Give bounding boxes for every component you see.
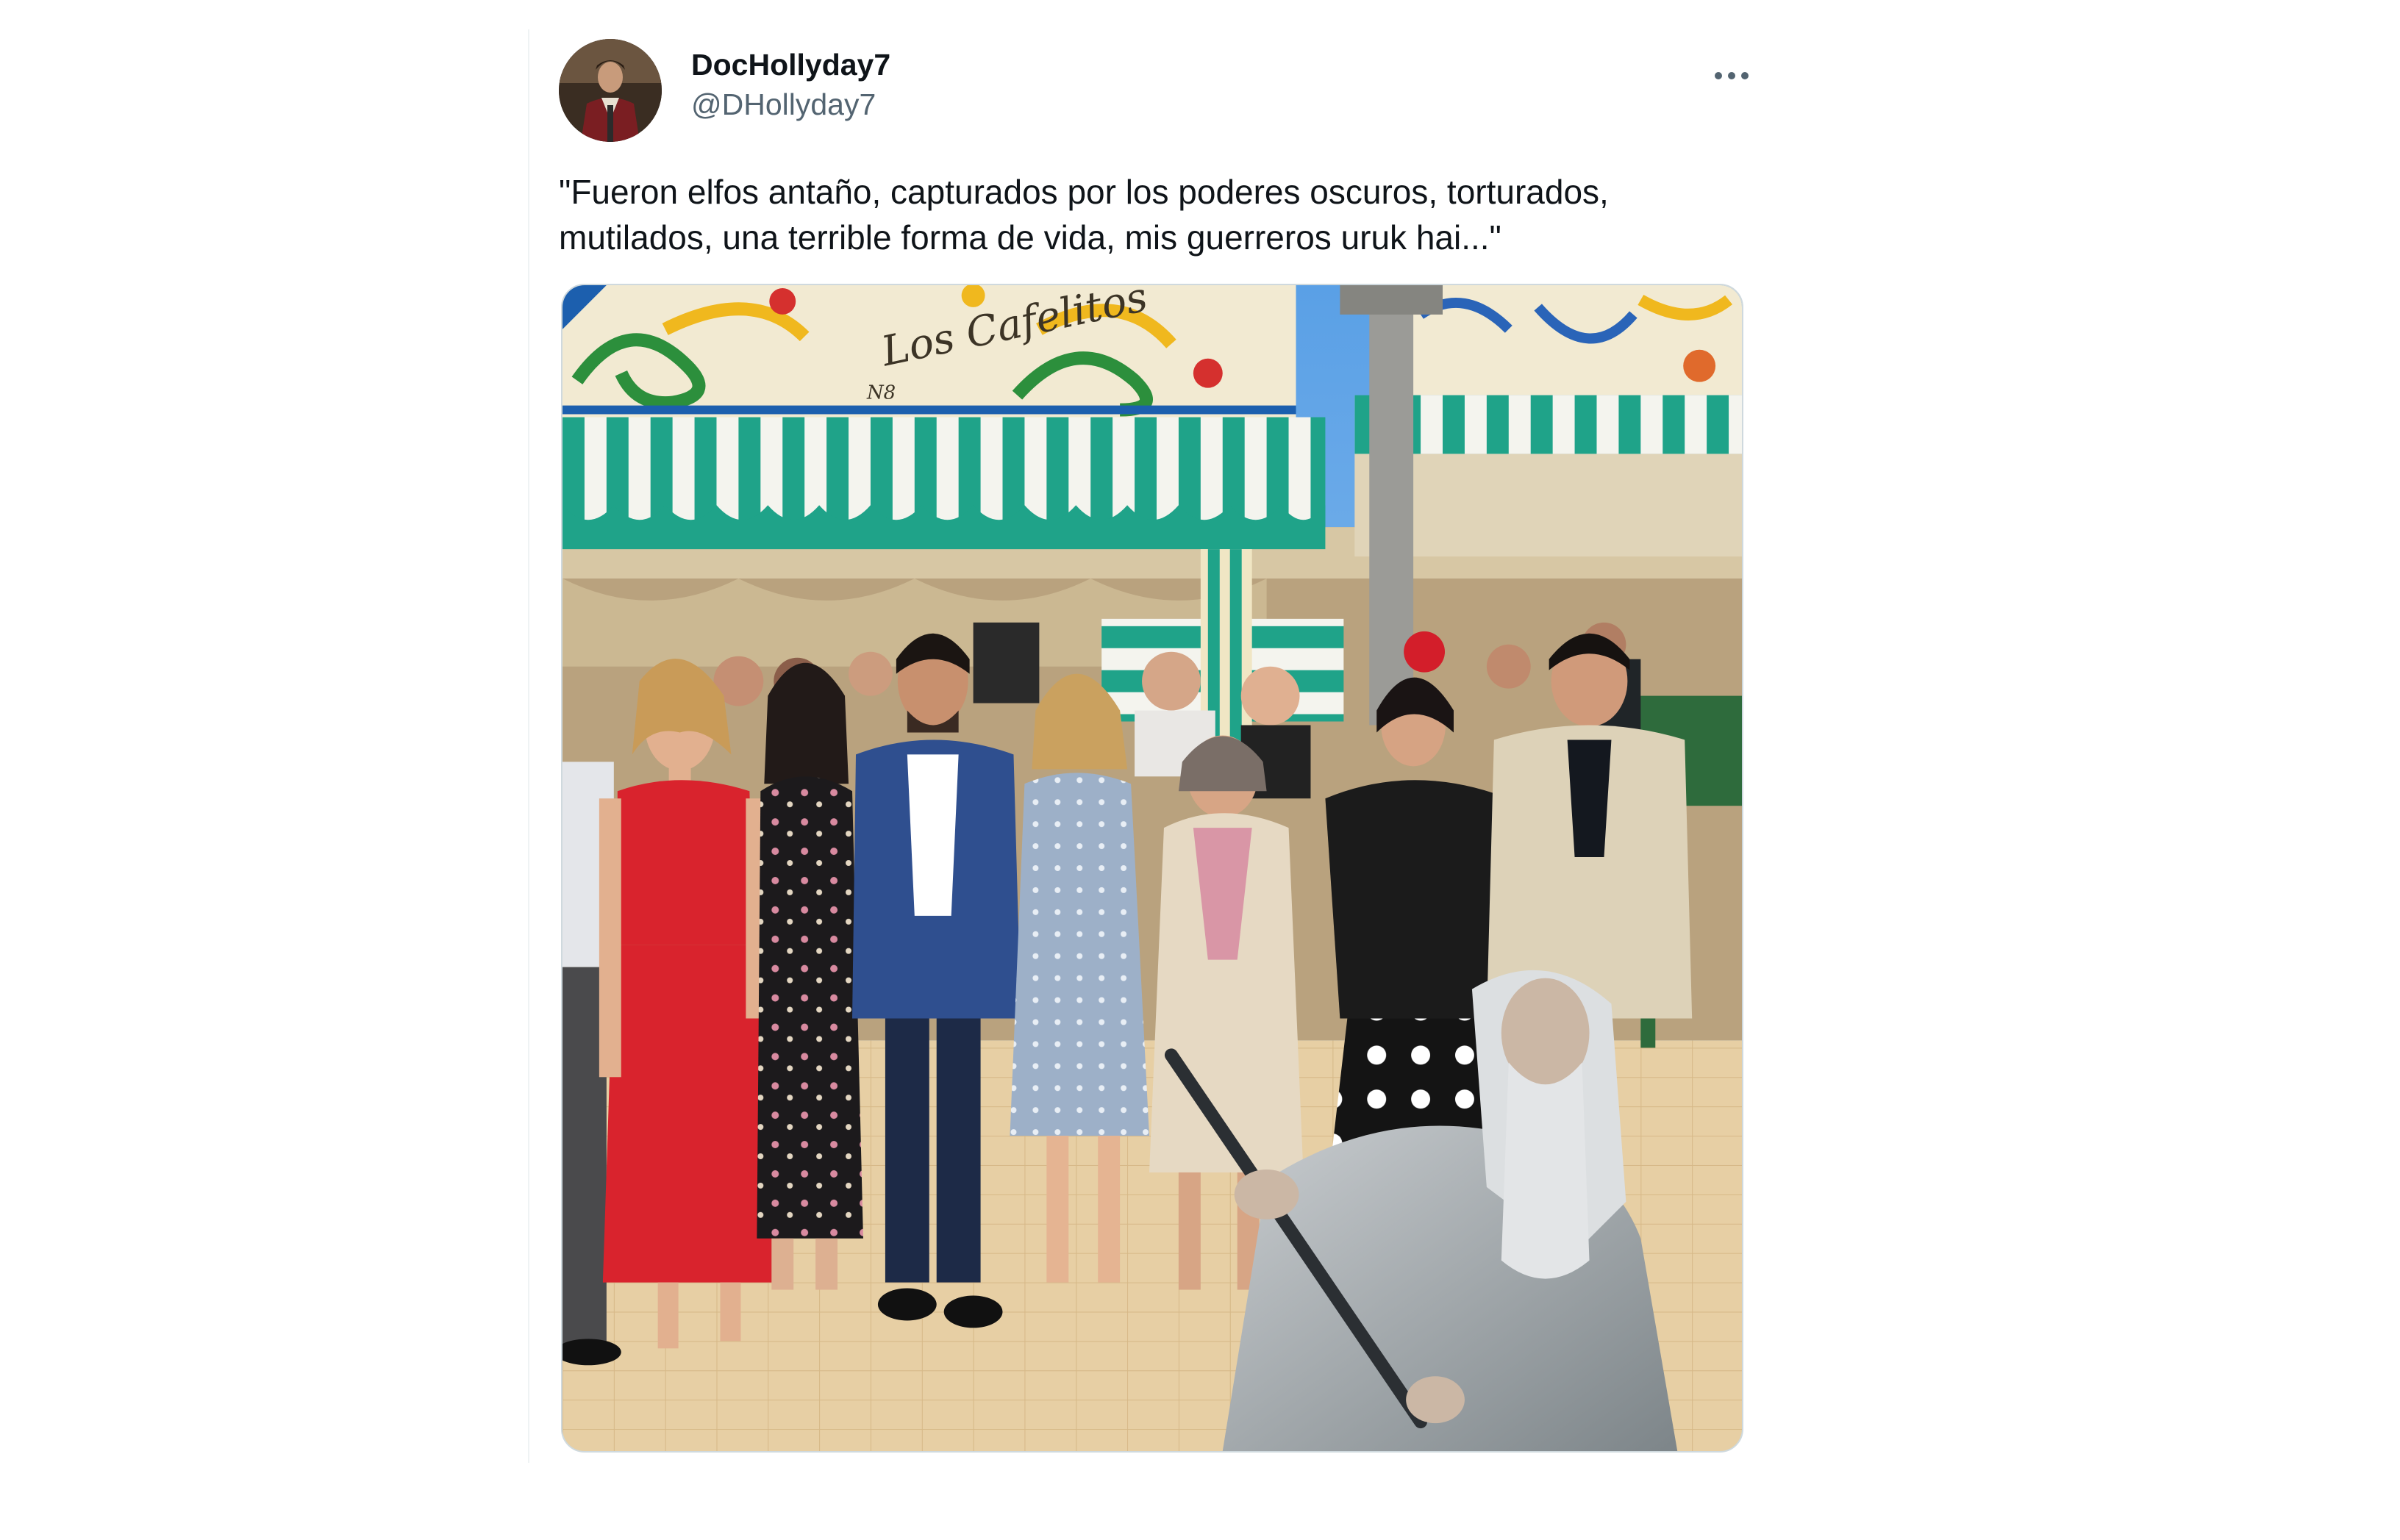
more-options-button[interactable] [1702,54,1761,98]
avatar-image [559,39,662,142]
person [757,662,863,1290]
avatar[interactable] [559,39,662,142]
tweet-text: "Fueron elfos antaño, capturados por los… [559,173,1609,257]
user-block: DocHollyday7 @DHollyday7 [691,46,890,125]
more-horizontal-icon [1715,72,1749,79]
page: DocHollyday7 @DHollyday7 "Fueron elfos a… [0,0,2400,1540]
tweet-photo[interactable]: Los Cafelitos N8 [561,284,1743,1453]
user-handle[interactable]: @DHollyday7 [691,84,890,125]
photo-scene: Los Cafelitos N8 [562,285,1742,1451]
timeline-border [528,29,529,1463]
display-name[interactable]: DocHollyday7 [691,46,890,84]
tent-sign-number: N8 [866,382,896,404]
